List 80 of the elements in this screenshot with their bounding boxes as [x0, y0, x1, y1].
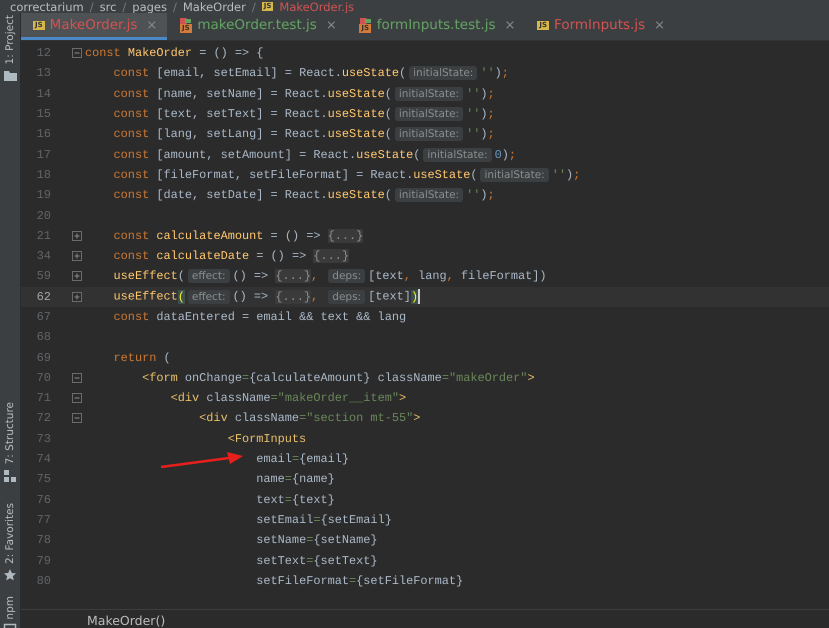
line-number: 16 — [36, 127, 51, 142]
line-number: 34 — [36, 249, 51, 264]
path-separator: / — [122, 0, 126, 13]
code-line: const [date, setDate] = React.useState( initialState: ''); — [114, 188, 495, 202]
breadcrumb-item[interactable]: MakeOrder() — [87, 613, 166, 628]
code-line: return ( — [114, 350, 171, 365]
code-line: const calculateDate = () => {...} — [114, 249, 350, 264]
code-line: const [amount, setAmount] = React.useState( initialState: 0); — [114, 148, 516, 162]
code-line: <div className="makeOrder__item"> — [170, 391, 406, 406]
code-line: <div className="section mt-55"> — [199, 411, 420, 426]
path-separator: / — [252, 0, 256, 13]
line-number: 77 — [36, 512, 51, 527]
breadcrumb-item[interactable]: pages — [132, 0, 167, 13]
line-number: 19 — [36, 188, 51, 202]
code-line: text={text} — [256, 492, 335, 507]
code-line: const [lang, setLang] = React.useState( initialState: ''); — [114, 127, 495, 142]
line-number: 71 — [36, 391, 51, 406]
line-number: 67 — [36, 310, 51, 324]
code-line: const MakeOrder = () => { — [85, 46, 264, 60]
line-number: 79 — [36, 554, 51, 568]
code-line: name={name} — [256, 472, 335, 486]
code-line: setEmail={setEmail} — [256, 512, 392, 527]
fold-expand-icon[interactable] — [72, 292, 82, 302]
code-line: const [text, setText] = React.useState( initialState: ''); — [114, 107, 495, 122]
line-number: 12 — [36, 46, 51, 60]
fold-expand-icon[interactable] — [72, 230, 82, 241]
structure-icon — [3, 468, 17, 483]
line-number: 72 — [36, 411, 51, 426]
code-line: email={email} — [256, 452, 350, 466]
line-number: 70 — [36, 370, 51, 385]
code-line: setFileFormat={setFileFormat} — [256, 574, 464, 588]
line-number: 68 — [36, 330, 51, 344]
line-number: 17 — [36, 148, 51, 162]
fold-collapse-icon[interactable] — [72, 48, 82, 58]
code-line: const dataEntered = email && text && lang — [114, 310, 406, 324]
line-number: 73 — [36, 432, 51, 446]
folder-icon — [3, 68, 17, 82]
tool-window-button[interactable]: 7: Structure — [4, 402, 16, 465]
code-line: const [fileFormat, setFileFormat] = React.useState( initialState: ''); — [114, 168, 580, 182]
close-icon[interactable]: × — [654, 18, 666, 32]
tool-window-button[interactable]: 1: Project — [4, 15, 16, 64]
line-number: 59 — [36, 269, 51, 284]
line-number: 18 — [36, 168, 51, 182]
line-number: 78 — [36, 533, 51, 548]
line-number: 15 — [36, 107, 51, 122]
code-line: <FormInputs — [228, 432, 306, 446]
line-number: 76 — [36, 492, 51, 507]
fold-expand-icon[interactable] — [72, 271, 82, 282]
code-line: const [email, setEmail] = React.useState( initialState: ''); — [114, 66, 509, 80]
line-number: 20 — [36, 208, 51, 223]
star-icon — [3, 568, 17, 582]
breadcrumb-item[interactable]: src — [100, 0, 116, 13]
code-line: const [name, setName] = React.useState( initialState: ''); — [114, 86, 495, 101]
code-line: useEffect( effect: () => {...}, deps: [text]) — [114, 289, 420, 304]
code-line: <form onChange={calculateAmount} className="makeOrder"> — [142, 370, 535, 385]
fold-expand-icon[interactable] — [72, 251, 82, 262]
line-number: 13 — [36, 66, 51, 80]
code-line: useEffect( effect: () => {...}, deps: [text, lang, fileFormat]) — [114, 269, 547, 284]
line-number: 14 — [36, 86, 51, 101]
line-number: 74 — [36, 452, 51, 466]
code-line: const calculateAmount = () => {...} — [114, 228, 364, 243]
fold-collapse-icon[interactable] — [72, 413, 82, 424]
tool-window-button[interactable]: npm — [4, 596, 16, 620]
test-marker-icon — [179, 17, 192, 24]
line-number: 21 — [36, 228, 51, 243]
path-separator: / — [173, 0, 177, 13]
breadcrumb-item[interactable]: correctarium — [10, 0, 84, 13]
path-separator: / — [90, 0, 94, 13]
line-number: 80 — [36, 574, 51, 588]
tool-window-button[interactable]: 2: Favorites — [4, 502, 16, 564]
code-line: setName={setName} — [256, 533, 378, 548]
fold-collapse-icon[interactable] — [72, 372, 82, 383]
close-icon[interactable]: × — [504, 18, 516, 32]
code-line: setText={setText} — [256, 554, 378, 568]
line-number: 69 — [36, 350, 51, 365]
test-marker-icon — [358, 17, 372, 24]
line-number: 75 — [36, 472, 51, 486]
breadcrumb-item[interactable]: MakeOrder — [182, 0, 246, 13]
fold-collapse-icon[interactable] — [72, 393, 82, 404]
close-icon[interactable]: × — [326, 18, 337, 32]
